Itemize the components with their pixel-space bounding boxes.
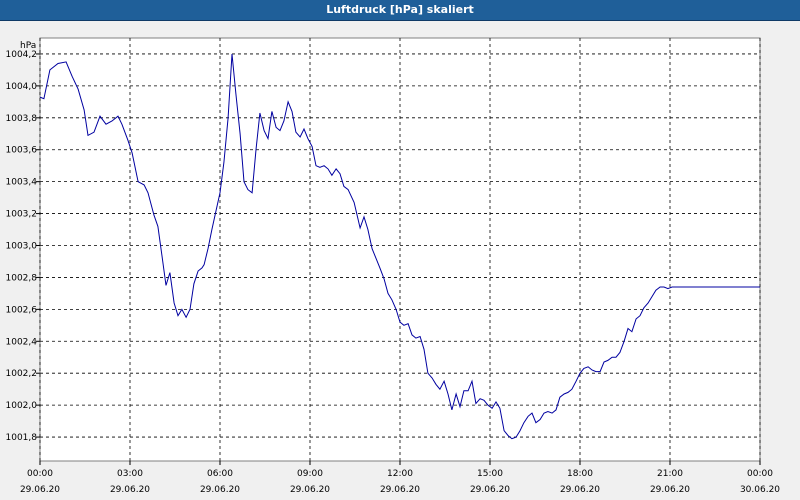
x-tick-label-date: 29.06.20 <box>470 485 510 495</box>
y-axis: 1001,8 1002,0 1002,2 1002,4 1002,6 1002,8 1003… <box>6 50 40 443</box>
y-tick-label: 1003,4 <box>6 178 38 188</box>
y-tick-label: 1003,8 <box>6 114 38 124</box>
x-tick-label-date: 29.06.20 <box>20 485 60 495</box>
x-tick-label-date: 29.06.20 <box>560 485 600 495</box>
y-axis-label: hPa <box>20 41 36 51</box>
x-tick-label-date: 29.06.20 <box>290 485 330 495</box>
x-tick-label-date: 29.06.20 <box>200 485 240 495</box>
x-tick-label-date: 29.06.20 <box>380 485 420 495</box>
x-tick-label-date: 29.06.20 <box>110 485 150 495</box>
x-tick-label-time: 09:00 <box>297 469 323 479</box>
x-tick-label-time: 00:00 <box>747 469 773 479</box>
x-tick-label-date: 30.06.20 <box>740 485 780 495</box>
x-axis: 00:00 29.06.20 03:00 29.06.20 06:00 29.06.20 0… <box>20 461 780 495</box>
y-tick-label: 1002,8 <box>6 273 38 283</box>
y-tick-label: 1002,0 <box>6 401 38 411</box>
y-tick-label: 1003,2 <box>6 210 38 220</box>
x-tick-label-time: 15:00 <box>477 469 503 479</box>
y-tick-label: 1003,0 <box>6 242 38 252</box>
x-tick-label-time: 06:00 <box>207 469 233 479</box>
x-tick-label-date: 29.06.20 <box>650 485 690 495</box>
y-tick-label: 1004,2 <box>6 50 38 60</box>
x-tick-label-time: 00:00 <box>27 469 53 479</box>
y-tick-label: 1002,4 <box>6 337 38 347</box>
x-tick-label-time: 21:00 <box>657 469 683 479</box>
x-tick-label-time: 12:00 <box>387 469 413 479</box>
line-chart: 1001,8 1002,0 1002,2 1002,4 1002,6 1002,8 1003… <box>6 37 780 495</box>
y-tick-label: 1004,0 <box>6 82 38 92</box>
y-tick-label: 1003,6 <box>6 146 38 156</box>
x-tick-label-time: 03:00 <box>117 469 143 479</box>
y-tick-label: 1002,2 <box>6 369 38 379</box>
y-tick-label: 1001,8 <box>6 433 38 443</box>
y-tick-label: 1002,6 <box>6 305 38 315</box>
x-tick-label-time: 18:00 <box>567 469 593 479</box>
